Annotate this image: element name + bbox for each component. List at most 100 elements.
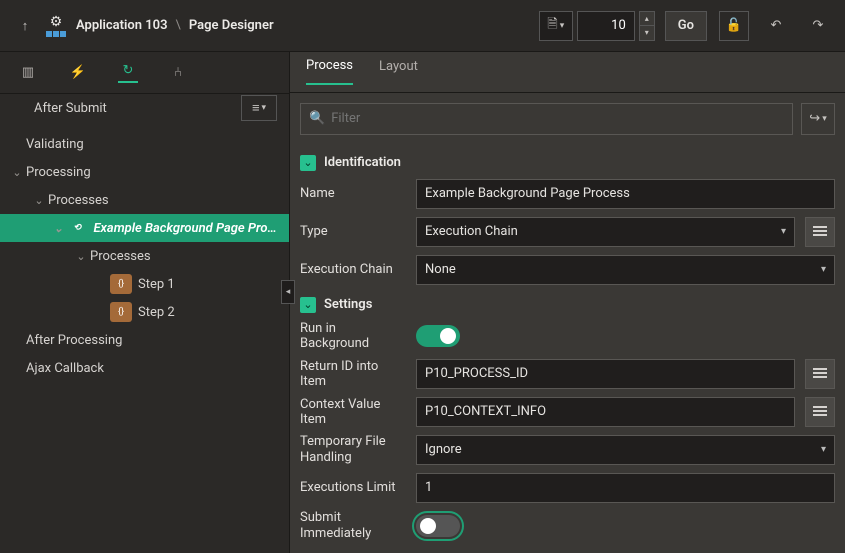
breadcrumb-page[interactable]: Page Designer — [189, 18, 274, 33]
tab-process[interactable]: Process — [306, 58, 353, 85]
main: ▥ ⚡ ↻ ⑃ After Submit ≡ ▾ Validating ⌄ Pr… — [0, 52, 845, 553]
chevron-down-icon: ▾ — [821, 444, 826, 455]
chevron-down-icon: ▾ — [821, 264, 826, 275]
section-settings-header[interactable]: ⌄ Settings — [300, 297, 835, 313]
undo-button[interactable]: ↶ — [761, 11, 791, 41]
tree-selected-process[interactable]: ⌄ ⟲ Example Background Page Process — [0, 214, 289, 242]
prop-name-input[interactable] — [416, 179, 835, 209]
dynamic-actions-tab-icon[interactable]: ⚡ — [68, 63, 88, 83]
tree-child-processes[interactable]: ⌄ Processes — [0, 242, 289, 270]
list-icon — [813, 368, 827, 380]
filter-menu-button[interactable]: ↪ ▾ — [801, 103, 835, 135]
prop-type-value: Execution Chain — [425, 224, 518, 239]
prop-type: Type Execution Chain ▾ — [300, 215, 835, 249]
filter-input[interactable] — [331, 111, 784, 126]
prop-run-background-toggle[interactable] — [416, 325, 460, 347]
lock-button[interactable]: 🔓 — [719, 11, 749, 41]
right-pane: Process Layout 🔍 ↪ ▾ ⌄ Identification Na… — [290, 52, 845, 553]
tree-after-processing[interactable]: After Processing — [0, 326, 289, 354]
rendering-tab-icon[interactable]: ▥ — [18, 63, 38, 83]
page-up-button[interactable]: ▴ — [640, 12, 654, 26]
prop-execution-chain-value: None — [425, 262, 456, 277]
prop-exec-limit: Executions Limit — [300, 471, 835, 505]
page-spinner: ▴ ▾ — [639, 11, 655, 41]
chevron-down-icon: ▾ — [262, 103, 267, 113]
prop-exec-limit-field[interactable] — [425, 480, 826, 495]
prop-context-value-input[interactable] — [416, 397, 795, 427]
breadcrumb-app[interactable]: Application 103 — [76, 18, 168, 33]
prop-return-id-options-button[interactable] — [805, 359, 835, 389]
step-icon: {} — [110, 274, 132, 294]
tab-layout[interactable]: Layout — [379, 59, 418, 84]
prop-return-id-field[interactable] — [425, 366, 786, 381]
prop-tmpfile-select[interactable]: Ignore ▾ — [416, 435, 835, 465]
breadcrumb: Application 103 \ Page Designer — [76, 18, 274, 33]
undo-icon: ↶ — [771, 18, 782, 33]
left-pane: ▥ ⚡ ↻ ⑃ After Submit ≡ ▾ Validating ⌄ Pr… — [0, 52, 290, 553]
tree-processes[interactable]: ⌄ Processes — [0, 186, 289, 214]
chevron-down-icon: ▾ — [781, 226, 786, 237]
go-button[interactable]: Go — [665, 11, 707, 41]
chevron-down-icon: ⌄ — [30, 194, 48, 207]
tree-validating[interactable]: Validating — [0, 130, 289, 158]
tree-after-submit[interactable]: After Submit — [8, 94, 115, 122]
prop-exec-limit-label: Executions Limit — [300, 480, 406, 495]
tree-processing[interactable]: ⌄ Processing — [0, 158, 289, 186]
tree-step1[interactable]: {} Step 1 — [0, 270, 289, 298]
chevron-down-icon: ▾ — [560, 21, 565, 31]
breadcrumb-sep: \ — [176, 18, 181, 33]
tree-ajax-callback-label: Ajax Callback — [26, 361, 104, 376]
chevron-down-icon: ⌄ — [300, 297, 316, 313]
tree-after-submit-label: After Submit — [34, 101, 107, 116]
menu-icon: ≡ — [252, 100, 260, 116]
chevron-down-icon: ⌄ — [72, 250, 90, 263]
prop-tmpfile-value: Ignore — [425, 442, 462, 457]
prop-execution-chain: Execution Chain None ▾ — [300, 253, 835, 287]
prop-name-field[interactable] — [425, 186, 826, 201]
chevron-down-icon: ⌄ — [50, 222, 67, 235]
splitter-handle[interactable]: ◂ — [281, 280, 295, 304]
prop-context-value-options-button[interactable] — [805, 397, 835, 427]
app-icon: ⚙ — [46, 14, 66, 37]
list-icon — [813, 226, 827, 238]
prop-run-background-label: Run in Background — [300, 321, 406, 351]
tree-step2-label: Step 2 — [138, 305, 175, 320]
prop-submit-immediately: Submit Immediately — [300, 509, 835, 543]
prop-context-value-label: Context Value Item — [300, 397, 406, 427]
prop-return-id-input[interactable] — [416, 359, 795, 389]
processing-tab-icon[interactable]: ↻ — [118, 63, 138, 83]
page-list-dropdown[interactable]: 🗎 ▾ — [539, 11, 573, 41]
prop-context-value-field[interactable] — [425, 404, 786, 419]
tree-processes-label: Processes — [48, 193, 109, 208]
page-down-button[interactable]: ▾ — [640, 25, 654, 40]
chain-icon: ⟲ — [67, 218, 88, 238]
prop-type-options-button[interactable] — [805, 217, 835, 247]
tree-header: After Submit ≡ ▾ — [0, 94, 289, 122]
prop-run-background: Run in Background — [300, 319, 835, 353]
redo-button[interactable]: ↷ — [803, 11, 833, 41]
tree-step2[interactable]: {} Step 2 — [0, 298, 289, 326]
chevron-down-icon: ⌄ — [300, 155, 316, 171]
prop-exec-limit-input[interactable] — [416, 473, 835, 503]
prop-submit-immediately-toggle[interactable] — [416, 515, 460, 537]
nav-up-button[interactable]: ↑ — [12, 18, 38, 34]
prop-name: Name — [300, 177, 835, 211]
lock-icon: 🔓 — [726, 18, 742, 33]
tree-selected-process-label: Example Background Page Process — [93, 221, 281, 236]
tree-validating-label: Validating — [26, 137, 84, 152]
tree-after-processing-label: After Processing — [26, 333, 122, 348]
filter-input-wrap[interactable]: 🔍 — [300, 103, 793, 135]
tree-processing-label: Processing — [26, 165, 91, 180]
prop-type-select[interactable]: Execution Chain ▾ — [416, 217, 795, 247]
tree-ajax-callback[interactable]: Ajax Callback — [0, 354, 289, 382]
properties: ⌄ Identification Name Type Execution Cha… — [290, 145, 845, 553]
tree-menu-button[interactable]: ≡ ▾ — [241, 95, 277, 121]
page-number-input[interactable] — [577, 11, 635, 41]
section-identification-title: Identification — [324, 155, 401, 170]
prop-execution-chain-select[interactable]: None ▾ — [416, 255, 835, 285]
prop-return-id: Return ID into Item — [300, 357, 835, 391]
prop-submit-immediately-label: Submit Immediately — [300, 510, 406, 541]
section-identification-header[interactable]: ⌄ Identification — [300, 155, 835, 171]
section-settings-title: Settings — [324, 297, 372, 312]
shared-components-tab-icon[interactable]: ⑃ — [168, 63, 188, 83]
